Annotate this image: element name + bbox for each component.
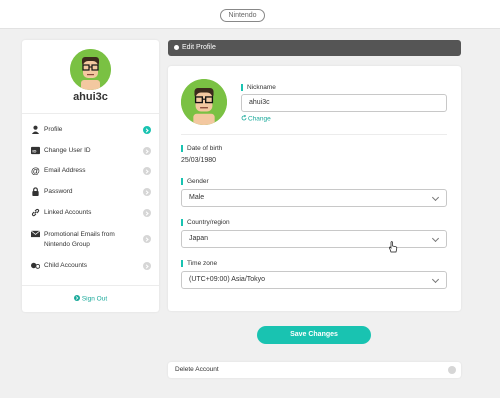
sidebar-item-profile[interactable]: Profile bbox=[22, 121, 159, 141]
svg-text:ID: ID bbox=[32, 148, 36, 153]
timezone-select[interactable]: (UTC+09:00) Asia/Tokyo bbox=[181, 271, 447, 289]
chevron-right-icon bbox=[448, 366, 456, 374]
change-link-label: Change bbox=[248, 115, 271, 123]
link-icon bbox=[31, 208, 40, 217]
sidebar-item-change-user-id[interactable]: ID Change User ID bbox=[22, 142, 159, 162]
sign-out-link[interactable]: Sign Out bbox=[22, 295, 159, 303]
sidebar-item-label: Promotional Emails from Nintendo Group bbox=[44, 231, 115, 248]
save-changes-button[interactable]: Save Changes bbox=[257, 326, 371, 344]
sidebar-card: ahui3c Profile ID Change User ID @ Email… bbox=[22, 40, 159, 312]
at-sign-icon: @ bbox=[31, 166, 40, 175]
nickname-label: Nickname bbox=[241, 84, 276, 91]
envelope-icon bbox=[31, 230, 40, 238]
country-label: Country/region bbox=[181, 219, 230, 226]
chevron-right-icon bbox=[143, 235, 151, 243]
gender-label: Gender bbox=[181, 178, 209, 185]
timezone-label: Time zone bbox=[181, 260, 217, 267]
chevron-right-icon bbox=[143, 147, 151, 155]
person-icon bbox=[31, 125, 40, 134]
refresh-icon bbox=[241, 114, 247, 121]
sidebar-item-promotional-emails[interactable]: Promotional Emails from Nintendo Group bbox=[22, 225, 159, 255]
avatar bbox=[181, 79, 227, 125]
chevron-right-icon bbox=[143, 167, 151, 175]
sidebar-item-label: Linked Accounts bbox=[44, 209, 92, 216]
sign-out-label: Sign Out bbox=[81, 295, 108, 303]
lock-icon bbox=[32, 187, 39, 196]
country-select[interactable]: Japan bbox=[181, 230, 447, 248]
username: ahui3c bbox=[73, 91, 108, 103]
divider bbox=[22, 113, 159, 114]
chevron-right-icon bbox=[143, 188, 151, 196]
hand-cursor-icon bbox=[389, 241, 398, 253]
sidebar-item-password[interactable]: Password bbox=[22, 183, 159, 203]
mii-avatar-icon bbox=[70, 49, 111, 90]
chevron-right-icon bbox=[143, 209, 151, 217]
sidebar-item-label: Profile bbox=[44, 126, 63, 133]
child-accounts-icon bbox=[31, 262, 40, 269]
dob-label: Date of birth bbox=[181, 145, 222, 152]
sidebar-item-child-accounts[interactable]: Child Accounts bbox=[22, 257, 159, 277]
delete-account-row[interactable]: Delete Account bbox=[168, 362, 461, 378]
change-avatar-link[interactable]: Change bbox=[241, 114, 271, 123]
edit-profile-header: Edit Profile bbox=[168, 40, 461, 56]
svg-text:@: @ bbox=[31, 166, 40, 175]
sidebar-item-label: Child Accounts bbox=[44, 262, 87, 269]
top-bar: Nintendo bbox=[0, 0, 500, 29]
divider bbox=[22, 285, 159, 286]
sidebar-item-label: Change User ID bbox=[44, 147, 91, 154]
edit-profile-card: Nickname ahui3c Change Date of birth 25/… bbox=[168, 66, 461, 311]
delete-account-label: Delete Account bbox=[175, 366, 219, 373]
sidebar-item-label: Email Address bbox=[44, 167, 86, 174]
sidebar-item-linked-accounts[interactable]: Linked Accounts bbox=[22, 204, 159, 224]
gender-select[interactable]: Male bbox=[181, 189, 447, 207]
dob-value: 25/03/1980 bbox=[181, 157, 217, 164]
avatar bbox=[70, 49, 111, 90]
divider bbox=[181, 134, 447, 135]
chevron-right-icon bbox=[143, 262, 151, 270]
nickname-input[interactable]: ahui3c bbox=[241, 94, 447, 112]
edit-profile-title: Edit Profile bbox=[182, 44, 216, 51]
bullet-icon bbox=[174, 45, 179, 50]
sign-out-icon bbox=[73, 295, 80, 301]
sidebar-item-email-address[interactable]: @ Email Address bbox=[22, 162, 159, 182]
id-card-icon: ID bbox=[31, 146, 40, 155]
sidebar-item-label: Password bbox=[44, 188, 73, 195]
nintendo-logo[interactable]: Nintendo bbox=[220, 9, 265, 22]
chevron-right-icon bbox=[143, 126, 151, 134]
mii-avatar-icon bbox=[181, 79, 227, 125]
